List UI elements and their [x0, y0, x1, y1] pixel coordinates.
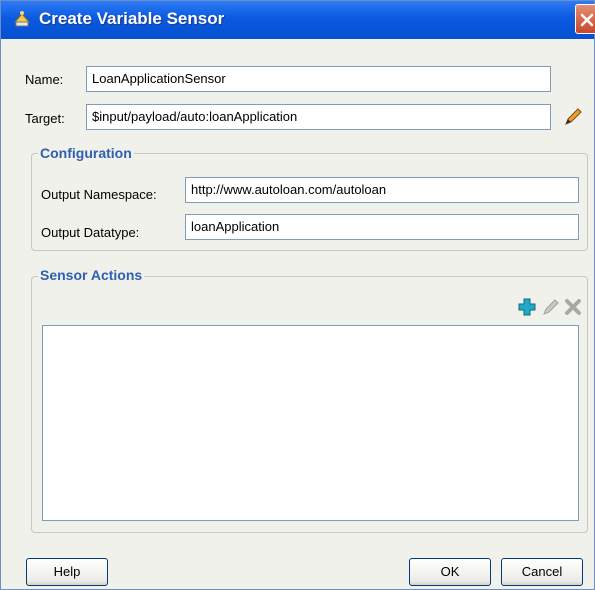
output-datatype-label: Output Datatype: [41, 225, 140, 240]
name-field[interactable]: LoanApplicationSensor [86, 66, 551, 92]
name-label: Name: [25, 72, 64, 87]
close-icon [580, 13, 594, 27]
gear-sensor-icon [13, 10, 31, 28]
add-plus-icon[interactable] [517, 297, 537, 317]
target-label: Target: [25, 111, 65, 126]
sensor-actions-list[interactable] [42, 325, 579, 521]
cancel-button[interactable]: Cancel [501, 558, 583, 586]
ok-button-label: OK [440, 564, 460, 579]
configuration-legend: Configuration [38, 145, 134, 161]
help-button-label: Help [53, 564, 81, 579]
cancel-button-label: Cancel [521, 564, 563, 579]
delete-x-icon[interactable] [563, 297, 583, 317]
close-button[interactable] [575, 4, 595, 34]
ok-button[interactable]: OK [409, 558, 491, 586]
output-namespace-label: Output Namespace: [41, 187, 157, 202]
title-bar[interactable]: Create Variable Sensor [1, 1, 595, 39]
dialog-title: Create Variable Sensor [39, 9, 225, 28]
target-field[interactable]: $input/payload/auto:loanApplication [86, 104, 551, 130]
pencil-icon[interactable] [562, 106, 584, 128]
sensor-actions-legend: Sensor Actions [38, 267, 145, 283]
output-namespace-field[interactable]: http://www.autoloan.com/autoloan [185, 177, 579, 203]
output-datatype-field[interactable]: loanApplication [185, 214, 579, 240]
create-variable-sensor-dialog: Create Variable Sensor Name: LoanApplica… [0, 0, 595, 590]
edit-pencil-icon[interactable] [541, 297, 561, 317]
help-button[interactable]: Help [26, 558, 108, 586]
